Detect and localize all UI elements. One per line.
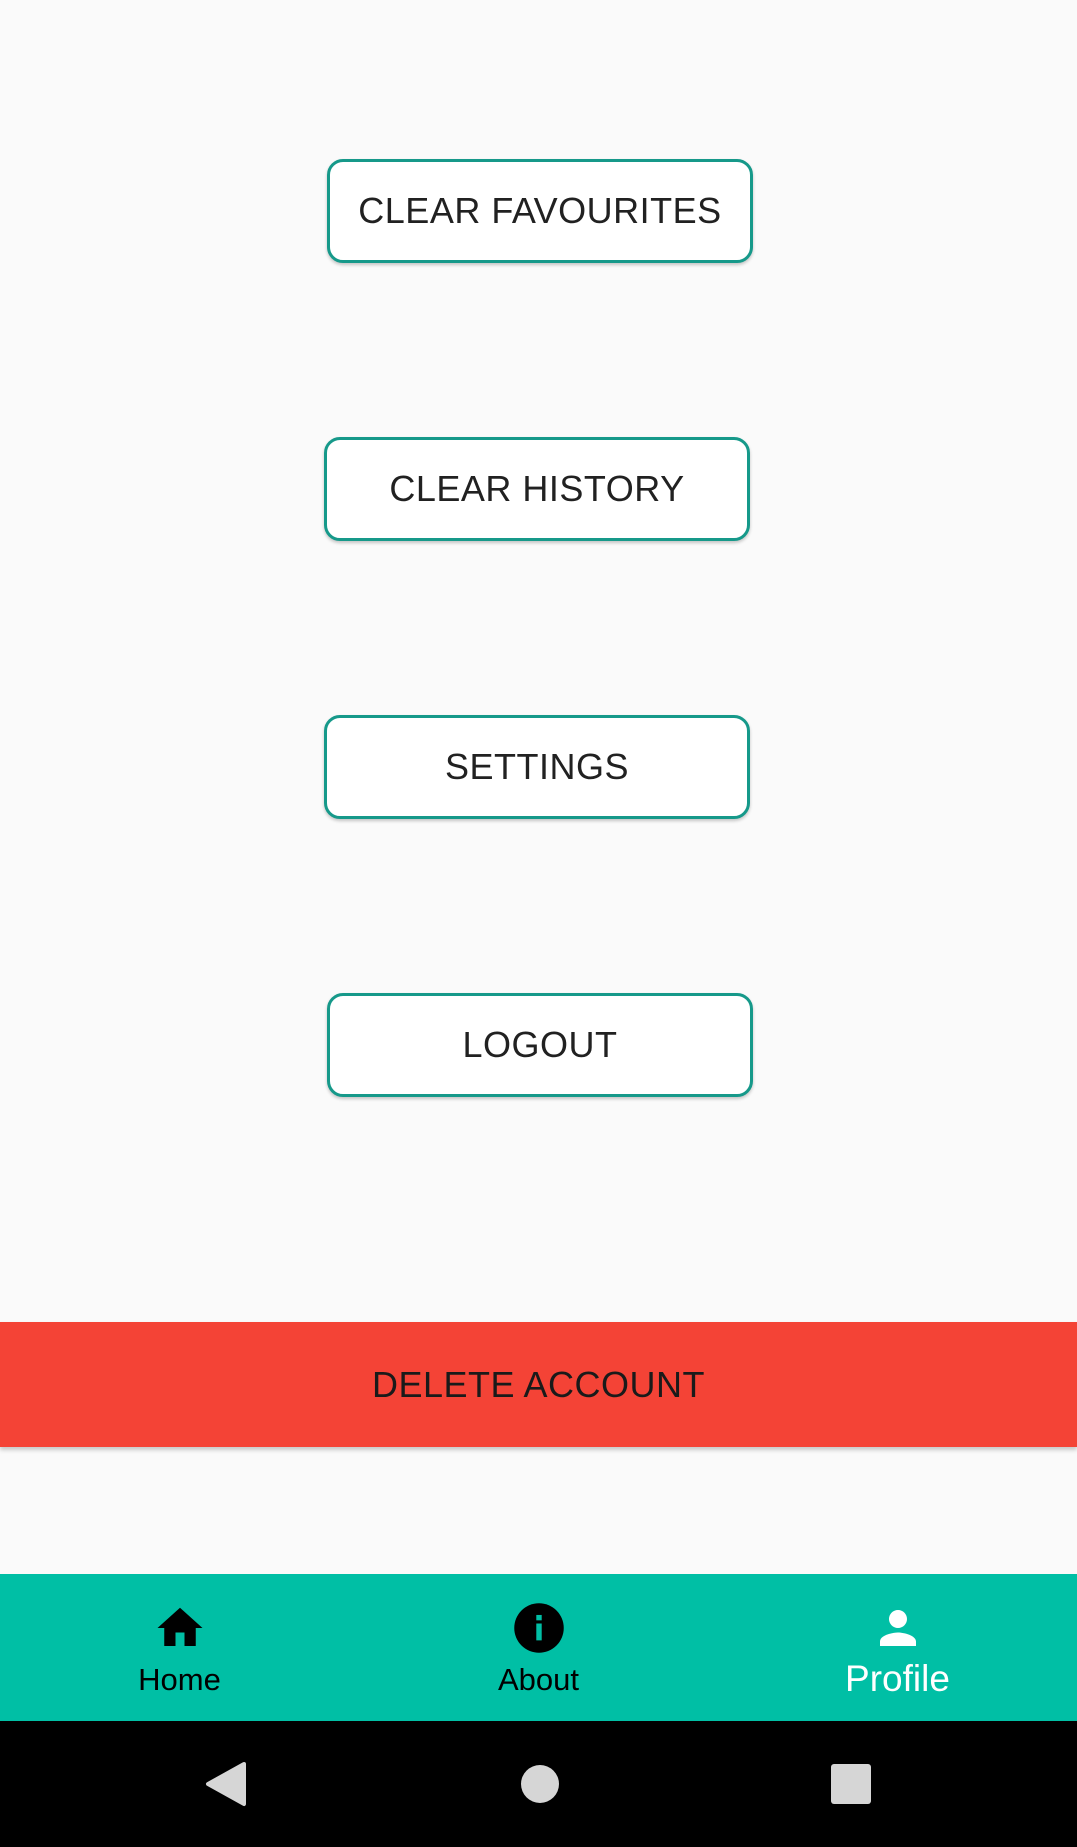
nav-label-about: About: [497, 1662, 579, 1697]
back-icon[interactable]: [166, 1721, 286, 1847]
settings-button[interactable]: SETTINGS: [324, 715, 750, 819]
info-icon: [511, 1600, 567, 1656]
delete-account-button[interactable]: DELETE ACCOUNT: [0, 1322, 1077, 1447]
recents-icon[interactable]: [791, 1721, 911, 1847]
logout-button[interactable]: LOGOUT: [327, 993, 753, 1097]
home-circle-icon[interactable]: [480, 1721, 600, 1847]
clear-history-button[interactable]: CLEAR HISTORY: [324, 437, 750, 541]
nav-item-about[interactable]: About: [359, 1574, 718, 1721]
home-icon: [152, 1600, 208, 1656]
person-icon: [870, 1600, 926, 1656]
nav-item-home[interactable]: Home: [0, 1574, 359, 1721]
profile-screen: CLEAR FAVOURITES CLEAR HISTORY SETTINGS …: [0, 0, 1077, 1574]
clear-favourites-button[interactable]: CLEAR FAVOURITES: [327, 159, 753, 263]
nav-label-profile: Profile: [845, 1658, 950, 1699]
system-navigation-bar: [0, 1721, 1077, 1847]
bottom-navigation: Home About Profile: [0, 1574, 1077, 1721]
nav-label-home: Home: [138, 1662, 221, 1697]
nav-item-profile[interactable]: Profile: [718, 1574, 1077, 1721]
